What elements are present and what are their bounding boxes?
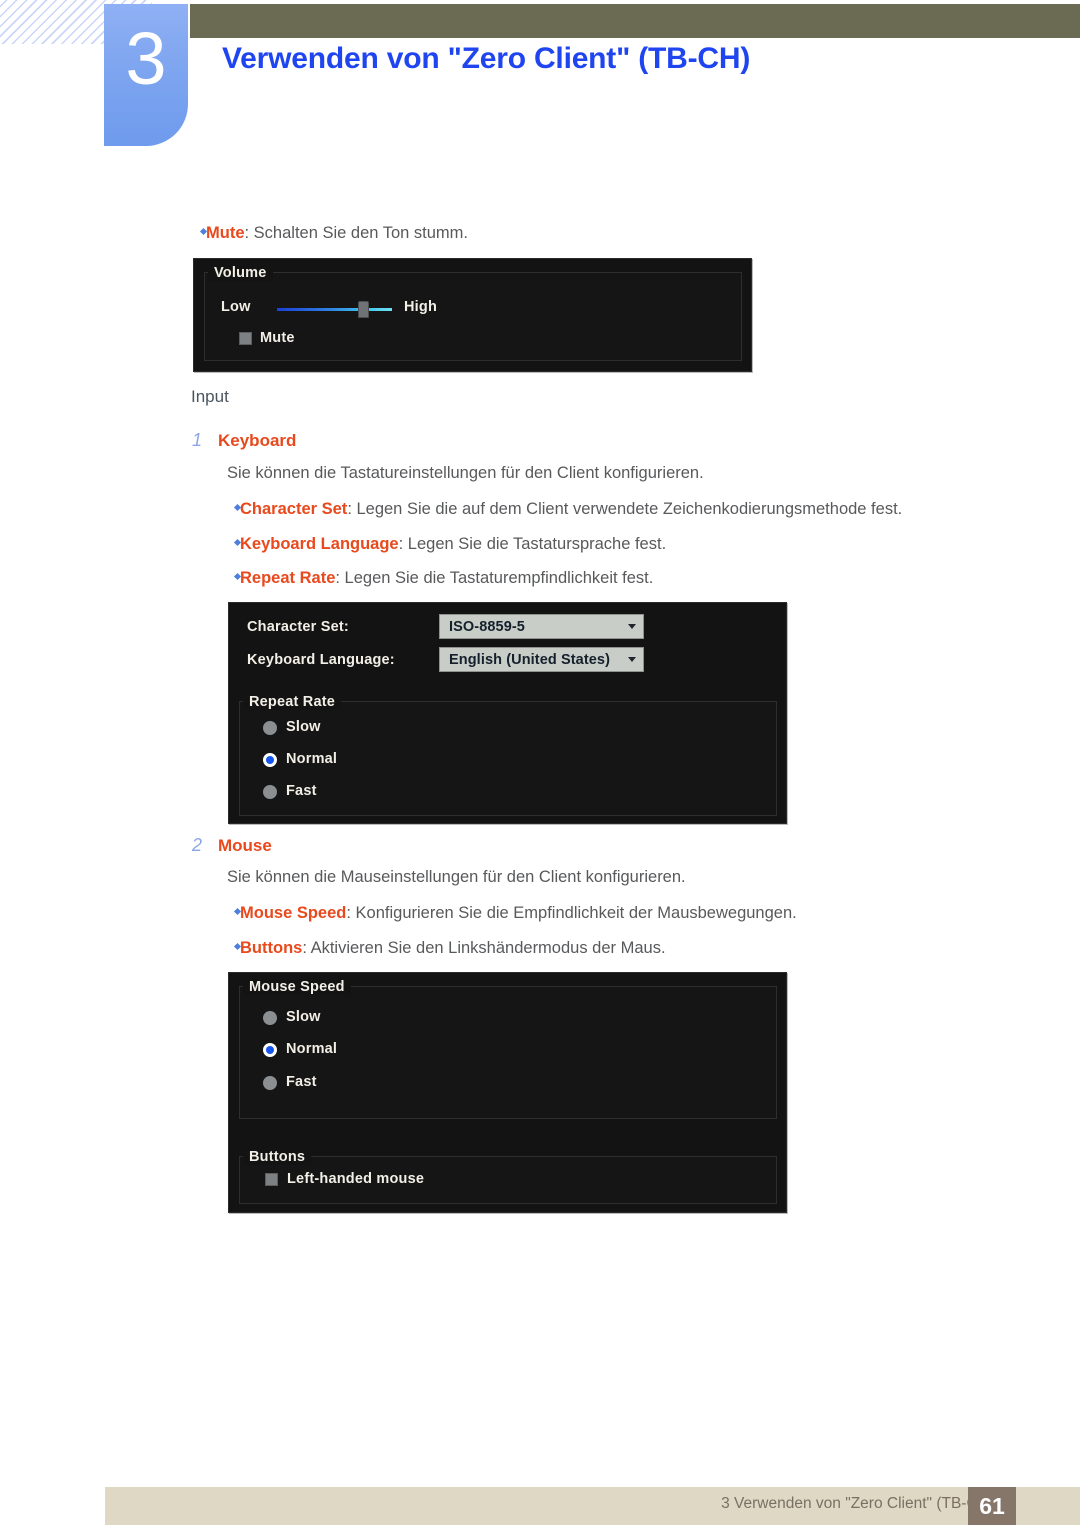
bullet-character-set-text: Character Set: Legen Sie die auf dem Cli…	[240, 500, 902, 519]
bullet-mouse-speed: Mouse Speed: Konfigurieren Sie die Empfi…	[233, 904, 797, 923]
keyboard-language-value: English (United States)	[449, 651, 611, 668]
repeat-rate-label-slow[interactable]: Slow	[286, 719, 321, 735]
keyboard-language-dropdown[interactable]: English (United States)	[439, 647, 644, 672]
bullet-keyboard-language-rest: : Legen Sie die Tastatursprache fest.	[398, 535, 667, 553]
page-number: 61	[979, 1493, 1005, 1519]
repeat-rate-group-title: Repeat Rate	[243, 694, 342, 710]
mouse-paragraph: Sie können die Mauseinstellungen für den…	[227, 868, 686, 886]
buttons-group-title: Buttons	[243, 1149, 312, 1165]
chapter-number: 3	[125, 17, 167, 100]
bullet-mute-text: Mute: Schalten Sie den Ton stumm.	[206, 224, 468, 243]
left-handed-mouse-label[interactable]: Left-handed mouse	[287, 1171, 424, 1187]
chapter-number-badge: 3	[104, 4, 188, 146]
keyboard-dialog: Character Set: ISO-8859-5 Keyboard Langu…	[228, 602, 787, 824]
keyboard-paragraph: Sie können die Tastatureinstellungen für…	[227, 464, 704, 482]
term-keyboard-language: Keyboard Language	[240, 535, 399, 553]
chevron-down-icon	[628, 657, 636, 662]
keyboard-item-title: Keyboard	[218, 431, 297, 450]
chapter-title: Verwenden von "Zero Client" (TB-CH)	[222, 42, 751, 75]
footer-text: 3 Verwenden von "Zero Client" (TB-CH)	[721, 1495, 994, 1512]
bullet-buttons-rest: : Aktivieren Sie den Linkshändermodus de…	[302, 939, 666, 957]
bullet-repeat-rate-rest: : Legen Sie die Tastaturempfindlichkeit …	[335, 569, 654, 587]
bullet-buttons: Buttons: Aktivieren Sie den Linkshänderm…	[233, 939, 666, 958]
repeat-rate-radio-fast[interactable]	[263, 785, 277, 799]
mouse-speed-radio-normal[interactable]	[263, 1043, 277, 1057]
chevron-down-icon	[628, 624, 636, 629]
volume-groupbox	[204, 272, 742, 361]
mouse-speed-label-fast[interactable]: Fast	[286, 1074, 317, 1090]
header-olive-bar	[190, 4, 1080, 38]
character-set-dropdown[interactable]: ISO-8859-5	[439, 614, 644, 639]
bullet-buttons-text: Buttons: Aktivieren Sie den Linkshänderm…	[240, 939, 666, 958]
volume-low-label: Low	[221, 299, 251, 315]
volume-slider-thumb[interactable]	[358, 301, 369, 318]
character-set-value: ISO-8859-5	[449, 618, 525, 635]
mouse-speed-label-slow[interactable]: Slow	[286, 1009, 321, 1025]
input-section-label: Input	[191, 387, 229, 406]
bullet-repeat-rate: Repeat Rate: Legen Sie die Tastaturempfi…	[233, 569, 653, 588]
mouse-speed-radio-fast[interactable]	[263, 1076, 277, 1090]
mute-checkbox-label[interactable]: Mute	[260, 330, 295, 346]
repeat-rate-label-normal[interactable]: Normal	[286, 751, 337, 767]
volume-slider-track[interactable]	[277, 308, 392, 311]
volume-group-title: Volume	[208, 265, 273, 281]
volume-high-label: High	[404, 299, 438, 315]
bullet-keyboard-language-text: Keyboard Language: Legen Sie die Tastatu…	[240, 535, 666, 554]
term-buttons: Buttons	[240, 939, 303, 957]
repeat-rate-radio-slow[interactable]	[263, 721, 277, 735]
left-handed-mouse-checkbox[interactable]	[265, 1173, 278, 1186]
term-character-set: Character Set	[240, 500, 348, 518]
bullet-mute: Mute: Schalten Sie den Ton stumm.	[199, 224, 468, 243]
mouse-dialog: Mouse Speed Slow Normal Fast Buttons Lef…	[228, 972, 787, 1213]
bullet-repeat-rate-text: Repeat Rate: Legen Sie die Tastaturempfi…	[240, 569, 653, 588]
bullet-mute-rest: : Schalten Sie den Ton stumm.	[244, 224, 468, 242]
mouse-item-index: 2	[192, 835, 203, 855]
numbered-item-keyboard: 1 Keyboard	[192, 430, 296, 451]
repeat-rate-radio-normal[interactable]	[263, 753, 277, 767]
mute-checkbox[interactable]	[239, 332, 252, 345]
bullet-character-set: Character Set: Legen Sie die auf dem Cli…	[233, 500, 902, 519]
repeat-rate-label-fast[interactable]: Fast	[286, 783, 317, 799]
volume-dialog: Volume Low High Mute	[193, 258, 752, 372]
bullet-character-set-rest: : Legen Sie die auf dem Client verwendet…	[347, 500, 903, 518]
term-repeat-rate: Repeat Rate	[240, 569, 336, 587]
mouse-speed-label-normal[interactable]: Normal	[286, 1041, 337, 1057]
character-set-label: Character Set:	[247, 619, 349, 635]
page-number-box: 61	[968, 1487, 1016, 1525]
term-mouse-speed: Mouse Speed	[240, 904, 347, 922]
mouse-speed-group-title: Mouse Speed	[243, 979, 351, 995]
bullet-keyboard-language: Keyboard Language: Legen Sie die Tastatu…	[233, 535, 666, 554]
bullet-mouse-speed-text: Mouse Speed: Konfigurieren Sie die Empfi…	[240, 904, 797, 923]
keyboard-language-label: Keyboard Language:	[247, 652, 395, 668]
mouse-item-title: Mouse	[218, 836, 272, 855]
keyboard-item-index: 1	[192, 430, 203, 450]
page-header: 3 Verwenden von "Zero Client" (TB-CH)	[0, 0, 1080, 160]
mouse-speed-radio-slow[interactable]	[263, 1011, 277, 1025]
bullet-mouse-speed-rest: : Konfigurieren Sie die Empfindlichkeit …	[346, 904, 797, 922]
term-mute: Mute	[206, 224, 245, 242]
numbered-item-mouse: 2 Mouse	[192, 835, 272, 856]
